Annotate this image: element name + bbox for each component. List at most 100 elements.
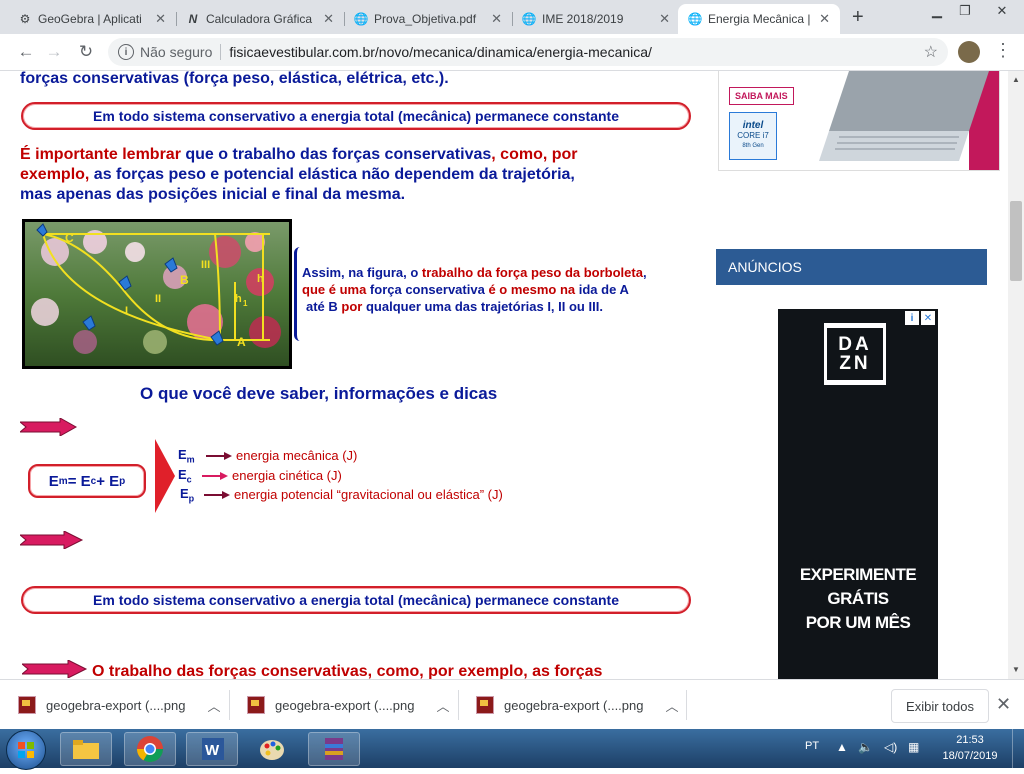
network-icon[interactable]: ▦: [908, 740, 919, 754]
caption-text: que é uma: [302, 282, 370, 297]
taskbar-chrome[interactable]: [124, 732, 176, 766]
volume-icon[interactable]: 🔈: [858, 740, 873, 754]
tab-ime[interactable]: 🌐 IME 2018/2019 ✕: [512, 4, 680, 34]
bottom-text: O trabalho das forças conservativas: [92, 663, 368, 679]
legend-text: energia cinética (J): [232, 468, 342, 484]
taskbar-paint[interactable]: [246, 732, 298, 766]
sound-icon[interactable]: ◁): [884, 740, 897, 754]
scroll-down-icon[interactable]: ▼: [1012, 665, 1020, 674]
download-divider: [686, 690, 687, 720]
dazn-ad[interactable]: i ✕ DA ZN EXPERIMENTE GRÁTIS POR UM MÊS: [778, 309, 938, 679]
paint-palette-icon: [260, 740, 284, 760]
close-icon[interactable]: ✕: [659, 11, 670, 27]
system-clock[interactable]: 21:53 18/07/2019: [940, 732, 1000, 764]
tab-prova[interactable]: 🌐 Prova_Objetiva.pdf ✕: [344, 4, 512, 34]
chevron-up-icon[interactable]: ︿: [207, 696, 220, 715]
legend-row-em: Em energia mecânica (J): [178, 447, 357, 465]
avatar[interactable]: [958, 41, 980, 63]
language-indicator[interactable]: PT: [805, 740, 819, 752]
download-filename: geogebra-export (....png: [275, 697, 415, 713]
reload-icon[interactable]: ↻: [74, 40, 98, 64]
dazn-logo-text: ZN: [839, 353, 871, 374]
globe-icon: 🌐: [521, 12, 537, 26]
close-icon[interactable]: ✕: [155, 11, 166, 27]
butterfly-garden-figure: C B A I II III h 1 h: [22, 219, 292, 369]
chevron-up-icon[interactable]: ︿: [436, 696, 449, 715]
legend-text: energia potencial “gravitacional ou elás…: [234, 487, 503, 503]
arrow-right-icon: [202, 471, 228, 480]
label-c: C: [65, 231, 74, 245]
start-button[interactable]: [6, 730, 46, 770]
taskbar-word[interactable]: W: [186, 732, 238, 766]
dazn-logo: DA ZN: [824, 323, 886, 385]
dazn-logo-text: DA: [838, 334, 872, 355]
scroll-up-icon[interactable]: ▲: [1012, 75, 1020, 84]
tab-label: GeoGebra | Aplicati: [38, 12, 142, 26]
taskbar-explorer[interactable]: [60, 732, 112, 766]
important-text: mas apenas das posições inicial e final …: [20, 186, 406, 203]
intel-text: CORE i7: [737, 131, 769, 140]
url-text[interactable]: fisicaevestibular.com.br/novo/mecanica/d…: [229, 44, 652, 60]
ad-info-icon[interactable]: i: [905, 311, 919, 325]
forward-icon[interactable]: →: [42, 40, 66, 64]
tray-expand-icon[interactable]: ▲: [836, 740, 848, 754]
conservative-energy-banner-2: Em todo sistema conservativo a energia t…: [21, 586, 691, 614]
tab-calculadora[interactable]: N Calculadora Gráfica ✕: [176, 4, 344, 34]
formula-sub: m: [58, 475, 68, 487]
important-paragraph: É importante lembrar que o trabalho das …: [20, 145, 700, 205]
menu-icon[interactable]: ⋮: [994, 40, 1012, 61]
show-desktop-button[interactable]: [1012, 729, 1024, 768]
laptop-ad[interactable]: SAIBA MAIS intel CORE i7 8th Gen: [718, 71, 1000, 171]
caption-text: é o mesmo na: [484, 282, 579, 297]
important-text: que o: [185, 146, 229, 163]
svg-text:W: W: [205, 742, 220, 759]
tab-energia-mecanica[interactable]: 🌐 Energia Mecânica | ✕: [678, 4, 840, 34]
minimize-icon[interactable]: ▁: [922, 0, 952, 22]
star-icon[interactable]: ☆: [924, 42, 938, 62]
download-item[interactable]: geogebra-export (....png ︿: [0, 680, 228, 730]
download-item[interactable]: geogebra-export (....png ︿: [458, 680, 686, 730]
energy-formula: Em = Ec + Ep: [28, 464, 146, 498]
saiba-mais-button[interactable]: SAIBA MAIS: [729, 87, 794, 105]
label-ii: II: [155, 293, 161, 305]
legend-sub: m: [186, 454, 195, 465]
tab-strip: ⚙ GeoGebra | Aplicati ✕ N Calculadora Gr…: [0, 0, 1024, 34]
page-scrollbar[interactable]: ▲ ▼: [1008, 71, 1024, 679]
tab-geogebra[interactable]: ⚙ GeoGebra | Aplicati ✕: [8, 4, 176, 34]
close-icon[interactable]: ✕: [819, 11, 830, 27]
ad-close-icon[interactable]: ✕: [921, 311, 935, 325]
caption-text: ida de A: [578, 282, 629, 297]
caption-text: trabalho da força peso da borboleta: [421, 265, 643, 280]
label-a: A: [237, 335, 246, 349]
important-text: , como, por: [491, 146, 578, 163]
arrow-right-icon: [204, 490, 230, 499]
legend-row-ec: Ec energia cinética (J): [178, 467, 342, 485]
taskbar-winrar[interactable]: [308, 732, 360, 766]
new-tab-button[interactable]: +: [852, 6, 864, 29]
caption-text: ,: [642, 265, 647, 280]
scroll-thumb[interactable]: [1010, 201, 1022, 281]
downloads-bar: geogebra-export (....png ︿ geogebra-expo…: [0, 679, 1024, 730]
tab-label: Energia Mecânica |: [708, 12, 811, 26]
download-item[interactable]: geogebra-export (....png ︿: [229, 680, 457, 730]
dazn-promo-text: POR UM MÊS: [805, 613, 911, 632]
close-window-icon[interactable]: ✕: [984, 0, 1020, 22]
globe-icon: 🌐: [687, 12, 703, 26]
back-icon[interactable]: ←: [14, 40, 38, 64]
clock-date: 18/07/2019: [942, 750, 998, 762]
formula-part: E: [48, 472, 59, 490]
address-bar[interactable]: i Não seguro fisicaevestibular.com.br/no…: [108, 38, 948, 66]
important-text: as forças peso e potencial elástica não …: [89, 166, 575, 183]
geogebra-n-icon: N: [188, 12, 198, 26]
security-indicator[interactable]: i Não seguro: [118, 44, 212, 60]
close-icon[interactable]: ✕: [323, 11, 334, 27]
windows-taskbar: W PT ▲ 🔈 ◁) ▦ 21:53 18/07/2019: [0, 729, 1024, 770]
close-icon[interactable]: ✕: [491, 11, 502, 27]
legend-symbol: E: [180, 486, 189, 501]
chevron-up-icon[interactable]: ︿: [665, 696, 678, 715]
legend-sub: p: [188, 493, 195, 504]
restore-icon[interactable]: ❐: [950, 0, 980, 22]
close-downloads-icon[interactable]: ✕: [996, 694, 1011, 715]
bottom-text: , como, por exemplo, as forças: [367, 663, 603, 679]
show-all-downloads-button[interactable]: Exibir todos: [891, 689, 989, 723]
